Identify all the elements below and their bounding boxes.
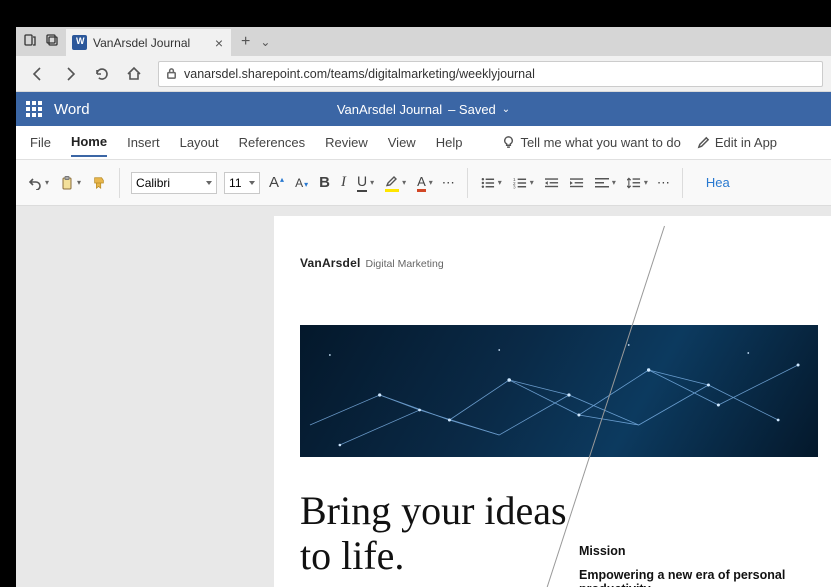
lock-icon <box>165 67 178 80</box>
tab-actions-chevron-icon[interactable]: ⌄ <box>260 36 270 48</box>
tab-file[interactable]: File <box>30 129 51 156</box>
paste-button[interactable]: ▾ <box>58 173 83 193</box>
undo-button[interactable]: ▾ <box>26 173 51 193</box>
highlight-button[interactable]: ▾ <box>383 170 408 195</box>
number-list-button[interactable]: 123 ▾ <box>511 173 536 193</box>
font-size-select[interactable] <box>224 172 260 194</box>
hero-image <box>300 325 818 457</box>
svg-text:3: 3 <box>513 184 516 189</box>
italic-button[interactable]: I <box>339 171 348 194</box>
refresh-button[interactable] <box>88 60 116 88</box>
font-size-value[interactable] <box>224 172 260 194</box>
format-painter-button[interactable] <box>90 173 108 193</box>
chevron-down-icon: ▾ <box>77 178 81 187</box>
document-name: VanArsdel Journal <box>337 102 442 117</box>
document-page[interactable]: VanArsdel Digital Marketing <box>274 216 831 587</box>
edit-in-app-label: Edit in App <box>715 135 777 150</box>
app-name: Word <box>54 101 90 118</box>
tab-review[interactable]: Review <box>325 129 368 156</box>
tell-me-label: Tell me what you want to do <box>520 135 680 150</box>
tell-me-button[interactable]: Tell me what you want to do <box>502 135 680 150</box>
brand-subtitle: Digital Marketing <box>366 258 444 270</box>
tab-references[interactable]: References <box>239 129 305 156</box>
mission-subheading: Empowering a new era of personal product… <box>579 568 829 587</box>
lightbulb-icon <box>502 136 515 149</box>
url-text: vanarsdel.sharepoint.com/teams/digitalma… <box>184 67 535 81</box>
tab-layout[interactable]: Layout <box>180 129 219 156</box>
document-title-button[interactable]: VanArsdel Journal – Saved ⌄ <box>337 102 510 117</box>
chevron-down-icon: ⌄ <box>502 104 510 115</box>
browser-tab-strip: VanArsdel Journal × + ⌄ <box>16 27 831 56</box>
tab-title: VanArsdel Journal <box>93 36 190 50</box>
brand-name: VanArsdel <box>300 256 361 270</box>
mission-column[interactable]: Mission Empowering a new era of personal… <box>579 544 829 587</box>
styles-button[interactable]: Hea <box>694 175 730 190</box>
browser-address-bar: vanarsdel.sharepoint.com/teams/digitalma… <box>16 56 831 92</box>
grow-font-button[interactable]: A▴ <box>267 171 286 194</box>
app-launcher-icon[interactable] <box>26 101 42 117</box>
mission-heading: Mission <box>579 544 829 558</box>
edit-in-app-button[interactable]: Edit in App <box>697 135 777 150</box>
tab-view[interactable]: View <box>388 129 416 156</box>
set-aside-tabs-icon[interactable] <box>24 33 36 51</box>
tab-home[interactable]: Home <box>71 128 107 157</box>
url-field[interactable]: vanarsdel.sharepoint.com/teams/digitalma… <box>158 61 823 87</box>
tab-help[interactable]: Help <box>436 129 463 156</box>
font-color-button[interactable]: A ▾ <box>415 171 435 195</box>
more-font-options-icon[interactable]: ⋯ <box>442 175 456 191</box>
browser-tab[interactable]: VanArsdel Journal × <box>66 29 231 56</box>
show-tabs-icon[interactable] <box>46 33 58 51</box>
forward-button[interactable] <box>56 60 84 88</box>
underline-button[interactable]: U▾ <box>355 170 376 195</box>
document-canvas[interactable]: VanArsdel Digital Marketing <box>16 206 831 587</box>
word-title-bar: Word VanArsdel Journal – Saved ⌄ <box>16 92 831 126</box>
word-favicon-icon <box>72 35 87 50</box>
pencil-icon <box>697 136 710 149</box>
decrease-indent-button[interactable] <box>543 173 561 193</box>
back-button[interactable] <box>24 60 52 88</box>
bullet-list-button[interactable]: ▾ <box>479 173 504 193</box>
document-headline[interactable]: Bring your ideas to life. <box>300 489 570 579</box>
line-spacing-button[interactable]: ▾ <box>625 173 650 193</box>
save-status: – Saved <box>448 102 496 117</box>
close-tab-icon[interactable]: × <box>215 36 223 50</box>
shrink-font-button[interactable]: A▾ <box>293 173 310 193</box>
font-name-value[interactable] <box>131 172 217 194</box>
new-tab-icon[interactable]: + <box>241 34 250 50</box>
brand-header: VanArsdel Digital Marketing <box>300 256 818 270</box>
tab-insert[interactable]: Insert <box>127 129 160 156</box>
word-ribbon: ▾ ▾ A▴ A▾ B I U <box>16 160 831 206</box>
word-menu-tabs: File Home Insert Layout References Revie… <box>16 126 831 160</box>
increase-indent-button[interactable] <box>568 173 586 193</box>
chevron-down-icon: ▾ <box>45 178 49 187</box>
bold-button[interactable]: B <box>317 171 332 194</box>
home-button[interactable] <box>120 60 148 88</box>
font-name-select[interactable] <box>131 172 217 194</box>
more-para-options-icon[interactable]: ⋯ <box>657 175 671 191</box>
align-button[interactable]: ▾ <box>593 173 618 193</box>
